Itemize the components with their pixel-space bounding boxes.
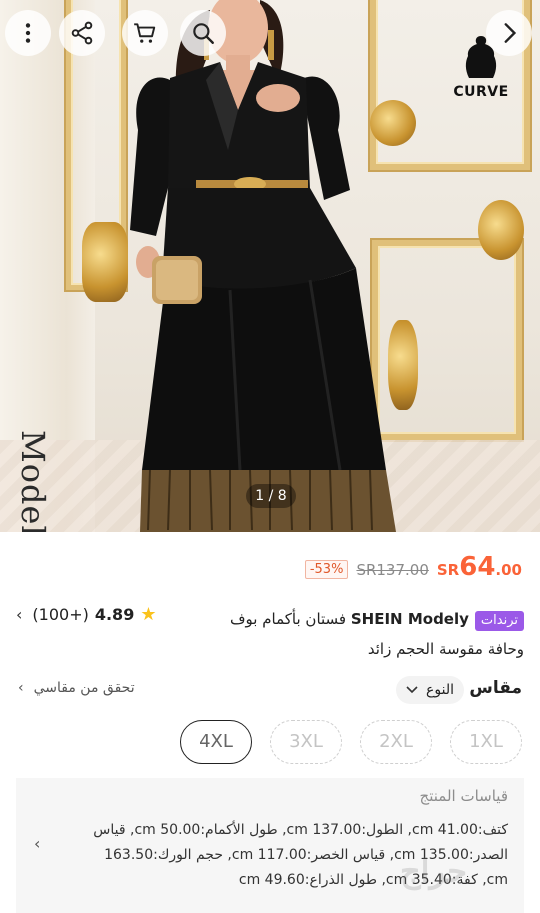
product-page: Modely CURVE 1 / 8 -53% SR137.00 SR64.00…	[0, 0, 540, 913]
search-button[interactable]	[180, 10, 226, 56]
old-price: SR137.00	[356, 561, 429, 579]
check-my-size-label: تحقق من مقاسي	[33, 680, 135, 696]
chevron-left-icon: ‹	[18, 680, 24, 696]
rating-summary[interactable]: ‹ (100+) 4.89 ★	[16, 604, 156, 625]
chevron-left-icon: ‹	[34, 834, 41, 853]
rating-count: (100+)	[32, 605, 89, 624]
measurements-title: قياسات المنتج	[419, 787, 508, 805]
forum-watermark: حراج	[400, 852, 467, 890]
brand-watermark: Modely	[14, 430, 52, 532]
price-decimal: .00	[495, 561, 522, 579]
chevron-down-icon	[406, 686, 418, 694]
product-title[interactable]: ترنداتSHEIN Modely فستان بأكمام بوف وحاف…	[204, 604, 524, 664]
star-icon: ★	[140, 604, 157, 625]
brand-name: SHEIN Modely	[350, 610, 469, 628]
share-button[interactable]	[59, 10, 105, 56]
chevron-left-icon: ‹	[16, 605, 23, 624]
search-icon	[193, 23, 214, 44]
size-option-2xl[interactable]: 2XL	[360, 720, 432, 764]
rating-score: 4.89	[94, 605, 135, 624]
more-button[interactable]	[5, 10, 51, 56]
product-image[interactable]: Modely CURVE 1 / 8	[0, 0, 540, 532]
model-in-dress	[130, 0, 396, 532]
title-row: ترنداتSHEIN Modely فستان بأكمام بوف وحاف…	[0, 602, 540, 672]
price-integer: 64	[459, 552, 496, 582]
price-row: -53% SR137.00 SR64.00	[304, 552, 522, 582]
gold-ornament	[478, 200, 524, 260]
curve-badge: CURVE	[450, 34, 512, 100]
image-counter: 1 / 8	[246, 484, 296, 508]
trend-tag[interactable]: ترندات	[474, 611, 524, 631]
check-my-size-link[interactable]: ‹ تحقق من مقاسي	[18, 680, 135, 696]
share-icon	[71, 21, 93, 45]
new-price: SR64.00	[437, 552, 522, 582]
cart-button[interactable]	[122, 10, 168, 56]
size-option-4xl[interactable]: 4XL	[180, 720, 252, 764]
size-type-label: النوع	[426, 682, 454, 698]
more-vertical-icon	[25, 23, 31, 43]
size-header: مقاس النوع ‹ تحقق من مقاسي	[0, 674, 540, 706]
size-option-1xl[interactable]: 1XL	[450, 720, 522, 764]
size-type-dropdown[interactable]: النوع	[396, 676, 464, 704]
cart-icon	[134, 23, 156, 43]
curve-label: CURVE	[453, 84, 509, 100]
size-options: 4XL 3XL 2XL 1XL	[0, 720, 540, 766]
size-option-3xl[interactable]: 3XL	[270, 720, 342, 764]
discount-badge: -53%	[304, 560, 349, 579]
dress-silhouette-icon	[465, 36, 497, 78]
size-title: مقاس	[469, 678, 522, 698]
currency-prefix: SR	[436, 561, 460, 579]
product-measurements[interactable]: قياسات المنتج كتف:41.00 cm, الطول:137.00…	[16, 778, 524, 913]
